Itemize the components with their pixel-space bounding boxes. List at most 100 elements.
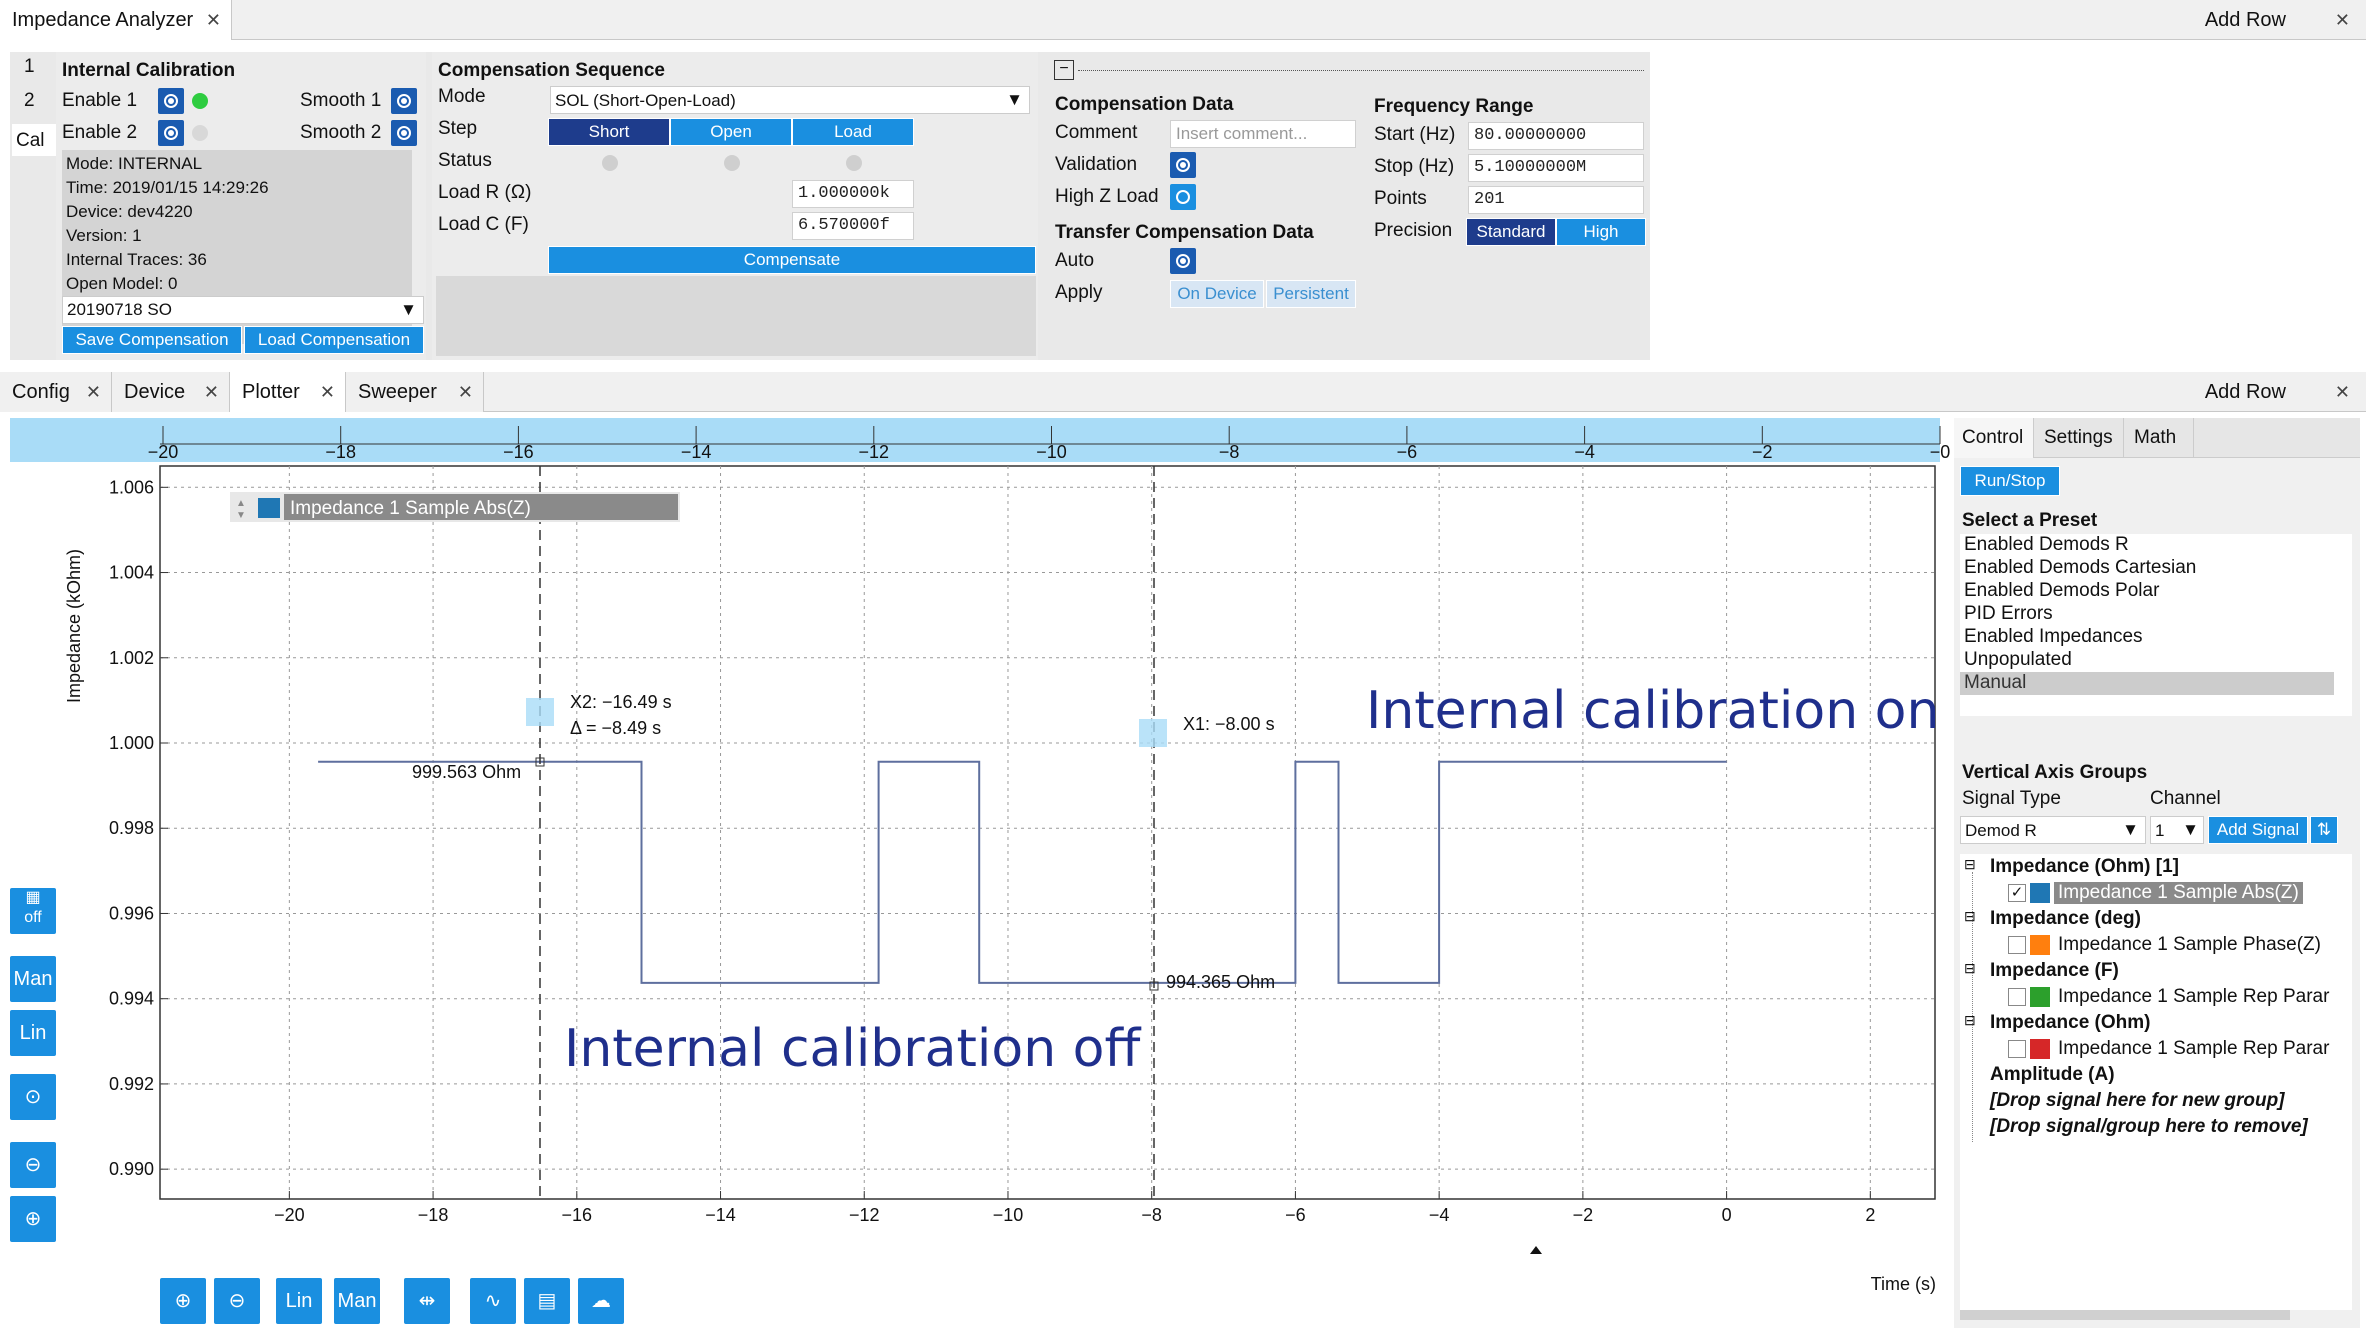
preset-item[interactable]: Enabled Demods Cartesian xyxy=(1964,557,2196,579)
grid-off-button[interactable]: ▦ off xyxy=(10,888,56,934)
step-open-button[interactable]: Open xyxy=(670,118,792,146)
load-compensation-button[interactable]: Load Compensation xyxy=(244,326,424,354)
preset-item[interactable]: Enabled Impedances xyxy=(1964,626,2143,648)
step-short-button[interactable]: Short xyxy=(548,118,670,146)
mode-select[interactable]: SOL (Short-Open-Load) ▼ xyxy=(550,86,1030,114)
comment-input[interactable]: Insert comment... xyxy=(1170,120,1356,148)
zoom-in-icon[interactable]: ⊕ xyxy=(10,1196,56,1242)
collapse-icon[interactable]: ⊟ xyxy=(1964,856,1976,873)
group-label[interactable]: Impedance (F) xyxy=(1990,960,2119,982)
step-load-button[interactable]: Load xyxy=(792,118,914,146)
tab-plotter[interactable]: Plotter ✕ xyxy=(230,372,346,412)
precision-standard-button[interactable]: Standard xyxy=(1466,218,1556,246)
horizontal-scrollbar[interactable] xyxy=(1960,1310,2290,1320)
stop-input[interactable]: 5.10000000M xyxy=(1468,154,1644,182)
preset-item-selected[interactable]: Manual xyxy=(1960,672,2334,695)
close-icon[interactable]: ✕ xyxy=(2335,372,2350,412)
persistent-button[interactable]: Persistent xyxy=(1266,280,1356,308)
group-label[interactable]: Amplitude (A) xyxy=(1990,1064,2115,1086)
tree-config-icon[interactable]: ⇅ xyxy=(2310,816,2338,844)
high-z-toggle[interactable] xyxy=(1170,184,1196,210)
close-icon[interactable]: ✕ xyxy=(86,372,101,412)
cursor-x2-handle[interactable] xyxy=(526,698,554,726)
group-label[interactable]: Impedance (Ohm) xyxy=(1990,1012,2150,1034)
add-signal-button[interactable]: Add Signal xyxy=(2208,816,2308,844)
signal-item[interactable]: Impedance 1 Sample Phase(Z) xyxy=(2058,934,2321,956)
preset-item[interactable]: PID Errors xyxy=(1964,603,2053,625)
collapse-icon[interactable]: − xyxy=(1054,60,1074,80)
channel-select[interactable]: 1 ▼ xyxy=(2150,816,2204,844)
drop-target-new-group[interactable]: [Drop signal here for new group] xyxy=(1990,1090,2285,1112)
side-tab-cal[interactable]: Cal xyxy=(12,124,56,156)
save-compensation-button[interactable]: Save Compensation xyxy=(62,326,242,354)
signal-checkbox[interactable] xyxy=(2008,988,2026,1006)
signal-item[interactable]: Impedance 1 Sample Rep Parar xyxy=(2058,986,2329,1008)
start-input[interactable]: 80.00000000 xyxy=(1468,122,1644,150)
load-r-input[interactable]: 1.000000k xyxy=(792,180,914,208)
validation-toggle[interactable] xyxy=(1170,152,1196,178)
cloud-upload-icon[interactable]: ☁ xyxy=(578,1278,624,1324)
signal-color-swatch xyxy=(2030,935,2050,955)
tab-math[interactable]: Math xyxy=(2124,418,2194,458)
load-c-input[interactable]: 6.570000f xyxy=(792,212,914,240)
tab-label: Sweeper xyxy=(358,381,437,403)
zoom-out-icon[interactable]: ⊖ xyxy=(214,1278,260,1324)
tab-device[interactable]: Device ✕ xyxy=(112,372,230,412)
zoom-in-icon[interactable]: ⊕ xyxy=(160,1278,206,1324)
close-icon[interactable]: ✕ xyxy=(320,372,335,412)
signal-checkbox[interactable] xyxy=(2008,936,2026,954)
math-icon[interactable]: ∿ xyxy=(470,1278,516,1324)
calibration-file-select[interactable]: 20190718 SO ▼ xyxy=(62,296,424,324)
close-icon[interactable]: ✕ xyxy=(206,0,221,40)
add-row-button[interactable]: Add Row xyxy=(2205,0,2286,40)
signal-checkbox-checked[interactable]: ✓ xyxy=(2008,884,2026,902)
tab-sweeper[interactable]: Sweeper ✕ xyxy=(346,372,484,412)
y-lin-button[interactable]: Lin xyxy=(10,1010,56,1056)
preset-item[interactable]: Enabled Demods R xyxy=(1964,534,2129,556)
side-tab-1[interactable]: 1 xyxy=(24,56,56,86)
collapse-icon[interactable]: ⊟ xyxy=(1964,1012,1976,1029)
y-man-button[interactable]: Man xyxy=(10,956,56,1002)
collapse-icon[interactable]: ⊟ xyxy=(1964,960,1976,977)
close-icon[interactable]: ✕ xyxy=(458,372,473,412)
close-icon[interactable]: ✕ xyxy=(204,372,219,412)
precision-high-button[interactable]: High xyxy=(1556,218,1646,246)
zoom-out-icon[interactable]: ⊖ xyxy=(10,1142,56,1188)
preset-item[interactable]: Enabled Demods Polar xyxy=(1964,580,2159,602)
preset-item[interactable]: Unpopulated xyxy=(1964,649,2072,671)
signal-checkbox[interactable] xyxy=(2008,1040,2026,1058)
on-device-button[interactable]: On Device xyxy=(1170,280,1264,308)
run-stop-button[interactable]: Run/Stop xyxy=(1960,466,2060,496)
tab-settings[interactable]: Settings xyxy=(2034,418,2124,458)
group-label[interactable]: Impedance (Ohm) [1] xyxy=(1990,856,2179,878)
signal-item[interactable]: Impedance 1 Sample Rep Parar xyxy=(2058,1038,2329,1060)
collapse-icon[interactable]: ⊟ xyxy=(1964,908,1976,925)
side-tab-2[interactable]: 2 xyxy=(24,90,35,112)
add-row-button[interactable]: Add Row xyxy=(2205,372,2286,412)
signal-type-select[interactable]: Demod R ▼ xyxy=(1960,816,2146,844)
smooth2-toggle[interactable] xyxy=(391,120,417,146)
group-label[interactable]: Impedance (deg) xyxy=(1990,908,2141,930)
x-man-button[interactable]: Man xyxy=(334,1278,380,1324)
export-icon[interactable]: ▤ xyxy=(524,1278,570,1324)
tab-impedance-analyzer[interactable]: Impedance Analyzer ✕ xyxy=(0,0,232,40)
enable2-toggle[interactable] xyxy=(158,120,184,146)
points-input[interactable]: 201 xyxy=(1468,186,1644,214)
top-axis-band[interactable] xyxy=(10,418,1940,462)
smooth1-toggle[interactable] xyxy=(391,88,417,114)
tab-control[interactable]: Control xyxy=(1954,418,2034,458)
tab-config[interactable]: Config ✕ xyxy=(0,372,112,412)
enable1-status-led xyxy=(192,93,208,109)
auto-toggle[interactable] xyxy=(1170,248,1196,274)
load-c-label: Load C (F) xyxy=(438,214,529,235)
drop-target-remove[interactable]: [Drop signal/group here to remove] xyxy=(1990,1116,2308,1138)
close-icon[interactable]: ✕ xyxy=(2335,0,2350,40)
compensate-button[interactable]: Compensate xyxy=(548,246,1036,274)
signal-item[interactable]: Impedance 1 Sample Abs(Z) xyxy=(2054,882,2303,904)
cursor-x1-handle[interactable] xyxy=(1139,719,1167,747)
enable1-toggle[interactable] xyxy=(158,88,184,114)
cursor-icon[interactable]: ⇹ xyxy=(404,1278,450,1324)
x-lin-button[interactable]: Lin xyxy=(276,1278,322,1324)
zoom-fit-icon[interactable]: ⊙ xyxy=(10,1074,56,1120)
top-tick-label: −14 xyxy=(681,442,712,462)
